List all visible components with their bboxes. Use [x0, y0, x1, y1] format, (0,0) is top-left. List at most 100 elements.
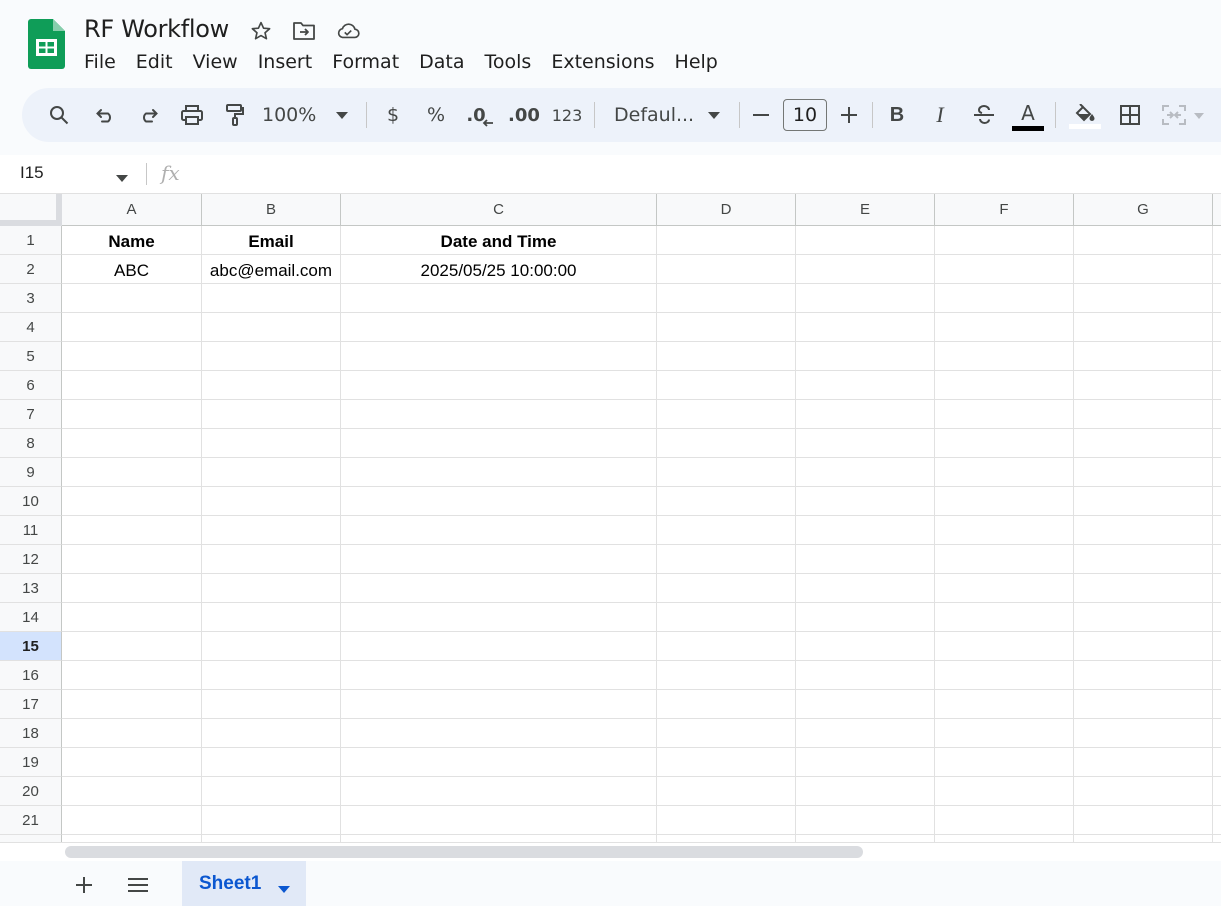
gridline [62, 312, 1221, 313]
row-header-19[interactable]: 19 [0, 748, 62, 777]
all-sheets-menu-icon[interactable] [120, 867, 156, 903]
row-header-4[interactable]: 4 [0, 313, 62, 342]
gridline [62, 747, 1221, 748]
gridline [62, 515, 1221, 516]
menu-data[interactable]: Data [409, 48, 474, 76]
select-all-corner[interactable] [0, 194, 62, 226]
cell-a1[interactable]: Name [62, 227, 201, 256]
column-header-b[interactable]: B [202, 194, 341, 226]
gridline [1073, 226, 1074, 842]
row-header-6[interactable]: 6 [0, 371, 62, 400]
menu-tools[interactable]: Tools [475, 48, 542, 76]
horizontal-scrollbar-thumb[interactable] [65, 846, 863, 858]
row-header-2[interactable]: 2 [0, 255, 62, 284]
cloud-saved-icon[interactable] [336, 19, 360, 43]
row-header-12[interactable]: 12 [0, 545, 62, 574]
name-box-dropdown-icon[interactable] [116, 169, 128, 187]
sheet-bar: Sheet1 [0, 861, 1221, 906]
row-header-5[interactable]: 5 [0, 342, 62, 371]
zoom-dropdown-icon[interactable] [334, 88, 350, 142]
horizontal-scrollbar[interactable] [0, 842, 1221, 861]
cell-b2[interactable]: abc@email.com [202, 256, 340, 285]
toolbar-divider [1055, 102, 1056, 128]
menu-file[interactable]: File [74, 48, 126, 76]
row-header-9[interactable]: 9 [0, 458, 62, 487]
row-header-21[interactable]: 21 [0, 806, 62, 835]
menu-bar: File Edit View Insert Format Data Tools … [74, 48, 728, 76]
merge-cells-icon[interactable] [1160, 88, 1208, 142]
sheet-tab-sheet1[interactable]: Sheet1 [182, 861, 306, 906]
column-header-g[interactable]: G [1074, 194, 1213, 226]
gridline [1212, 226, 1213, 842]
row-header-10[interactable]: 10 [0, 487, 62, 516]
row-header-14[interactable]: 14 [0, 603, 62, 632]
more-formats-button[interactable]: 123 [552, 88, 583, 142]
print-icon[interactable] [178, 88, 206, 142]
row-header-20[interactable]: 20 [0, 777, 62, 806]
font-dropdown-icon[interactable] [706, 88, 722, 142]
font-size-input[interactable]: 10 [783, 99, 827, 131]
text-color-button[interactable]: A [1010, 88, 1046, 142]
column-header-c[interactable]: C [341, 194, 657, 226]
borders-icon[interactable] [1116, 88, 1144, 142]
paint-format-icon[interactable] [221, 88, 249, 142]
sheet-tab-dropdown-icon[interactable] [278, 880, 290, 898]
redo-icon[interactable] [134, 88, 162, 142]
gridline [934, 226, 935, 842]
add-sheet-icon[interactable] [66, 867, 102, 903]
cell-b1[interactable]: Email [202, 227, 340, 256]
menu-insert[interactable]: Insert [248, 48, 323, 76]
menu-format[interactable]: Format [322, 48, 409, 76]
star-icon[interactable] [249, 19, 273, 43]
row-header-17[interactable]: 17 [0, 690, 62, 719]
column-header-a[interactable]: A [62, 194, 202, 226]
toolbar-divider [594, 102, 595, 128]
percent-format-button[interactable]: % [422, 88, 450, 142]
menu-help[interactable]: Help [665, 48, 728, 76]
move-to-folder-icon[interactable] [292, 19, 316, 43]
toolbar-divider [872, 102, 873, 128]
gridline [62, 805, 1221, 806]
currency-format-button[interactable]: $ [380, 88, 406, 142]
search-menus-icon[interactable] [44, 88, 74, 142]
menu-view[interactable]: View [183, 48, 248, 76]
fill-color-icon[interactable] [1068, 88, 1102, 142]
decrease-font-size-icon[interactable] [751, 88, 771, 142]
increase-font-size-icon[interactable] [838, 88, 860, 142]
cell-c2[interactable]: 2025/05/25 10:00:00 [341, 256, 656, 285]
gridline [62, 631, 1221, 632]
row-header-1[interactable]: 1 [0, 226, 62, 255]
sheets-logo-icon[interactable] [28, 19, 65, 69]
formula-input[interactable] [200, 163, 1200, 185]
menu-edit[interactable]: Edit [126, 48, 183, 76]
row-header-18[interactable]: 18 [0, 719, 62, 748]
row-header-15-active[interactable]: 15 [0, 632, 62, 661]
gridline [62, 428, 1221, 429]
bold-button[interactable]: B [884, 88, 910, 142]
name-box[interactable]: I15 [20, 163, 44, 183]
column-header-d[interactable]: D [657, 194, 796, 226]
row-header-16[interactable]: 16 [0, 661, 62, 690]
increase-decimal-button[interactable]: .00 [506, 88, 542, 142]
undo-icon[interactable] [92, 88, 120, 142]
strikethrough-icon[interactable] [970, 88, 998, 142]
italic-button[interactable]: I [927, 88, 953, 142]
spreadsheet-grid[interactable]: A B C D E F G 1 2 3 4 5 6 7 8 9 10 11 12… [0, 194, 1221, 842]
gridline [62, 399, 1221, 400]
row-header-11[interactable]: 11 [0, 516, 62, 545]
text-color-swatch [1012, 126, 1044, 131]
menu-extensions[interactable]: Extensions [541, 48, 664, 76]
column-header-h[interactable] [1213, 194, 1221, 226]
column-header-e[interactable]: E [796, 194, 935, 226]
row-header-22[interactable] [0, 835, 62, 842]
row-header-8[interactable]: 8 [0, 429, 62, 458]
row-header-3[interactable]: 3 [0, 284, 62, 313]
cell-c1[interactable]: Date and Time [341, 227, 656, 256]
row-header-13[interactable]: 13 [0, 574, 62, 603]
column-header-f[interactable]: F [935, 194, 1074, 226]
cell-a2[interactable]: ABC [62, 256, 201, 285]
document-title[interactable]: RF Workflow [84, 15, 229, 43]
font-family-select[interactable]: Defaul... [614, 88, 694, 142]
row-header-7[interactable]: 7 [0, 400, 62, 429]
decrease-decimal-button[interactable]: .0 [464, 88, 496, 142]
